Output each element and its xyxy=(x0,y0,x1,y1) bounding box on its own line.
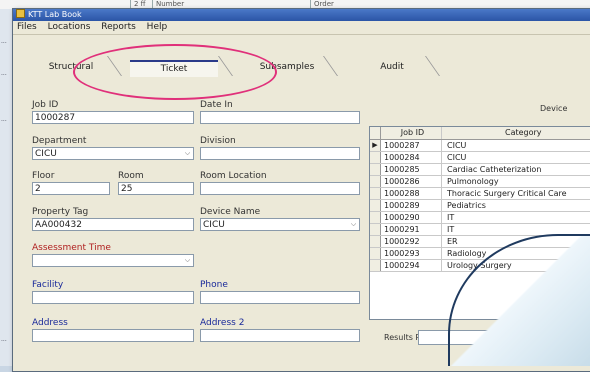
department-value: CICU xyxy=(35,149,57,159)
row-job-id: 1000291 xyxy=(382,224,442,235)
row-job-id: 1000286 xyxy=(382,176,442,187)
row-selector[interactable] xyxy=(370,200,381,211)
menu-reports[interactable]: Reports xyxy=(101,22,136,32)
date-in-field[interactable] xyxy=(200,111,360,124)
date-in-label: Date In xyxy=(200,100,233,110)
app-icon xyxy=(16,9,25,18)
row-selector[interactable] xyxy=(370,236,381,247)
row-selector[interactable] xyxy=(370,224,381,235)
property-tag-field[interactable]: AA000432 xyxy=(32,218,194,231)
phone-label: Phone xyxy=(200,280,228,290)
menu-bar: Files Locations Reports Help xyxy=(13,21,590,35)
row-job-id: 1000289 xyxy=(382,200,442,211)
row-job-id: 1000285 xyxy=(382,164,442,175)
address-2-label: Address 2 xyxy=(200,318,245,328)
row-category: Cardiac Catheterization xyxy=(447,165,542,174)
room-location-label: Room Location xyxy=(200,171,267,181)
row-job-id: 1000290 xyxy=(382,212,442,223)
room-location-field[interactable] xyxy=(200,182,360,195)
device-name-value: CICU xyxy=(203,220,225,230)
assessment-time-select[interactable]: ⌵ xyxy=(32,254,194,267)
row-selector[interactable] xyxy=(370,164,381,175)
row-category: Pulmonology xyxy=(447,177,499,186)
chevron-down-icon[interactable]: ⌵ xyxy=(348,219,359,230)
row-category: Thoracic Surgery Critical Care xyxy=(447,189,567,198)
table-row[interactable]: 1000286 Pulmonology xyxy=(370,176,590,188)
table-row[interactable]: 1000290 IT xyxy=(370,212,590,224)
row-selector[interactable] xyxy=(370,212,381,223)
row-job-id: 1000292 xyxy=(382,236,442,247)
facility-field[interactable] xyxy=(32,291,194,304)
row-selector[interactable] xyxy=(370,188,381,199)
department-label: Department xyxy=(32,136,87,146)
property-tag-label: Property Tag xyxy=(32,207,89,217)
chevron-down-icon[interactable]: ⌵ xyxy=(182,255,193,266)
job-id-label: Job ID xyxy=(32,100,59,110)
phone-field[interactable] xyxy=(200,291,360,304)
row-selector[interactable] xyxy=(370,152,381,163)
tab-divider xyxy=(424,56,459,76)
department-select[interactable]: CICU ⌵ xyxy=(32,147,194,160)
room-field[interactable]: 25 xyxy=(118,182,194,195)
address-2-field[interactable] xyxy=(200,329,360,342)
window-title: KTT Lab Book xyxy=(28,10,82,19)
row-job-id: 1000288 xyxy=(382,188,442,199)
table-row[interactable]: 1000284 CICU xyxy=(370,152,590,164)
row-job-id: 1000293 xyxy=(382,248,442,259)
table-row[interactable]: 1000285 Cardiac Catheterization xyxy=(370,164,590,176)
window-titlebar[interactable]: KTT Lab Book xyxy=(13,9,590,21)
floor-field[interactable]: 2 xyxy=(32,182,110,195)
division-label: Division xyxy=(200,136,236,146)
device-name-select[interactable]: CICU ⌵ xyxy=(200,218,360,231)
row-selector[interactable] xyxy=(370,248,381,259)
tab-divider xyxy=(322,56,357,76)
row-category: IT xyxy=(447,213,455,222)
grid-header: Job ID Category xyxy=(370,127,590,140)
row-category: CICU xyxy=(447,153,467,162)
grid-caption: Device xyxy=(540,104,568,113)
division-field[interactable] xyxy=(200,147,360,160)
row-job-id: 1000294 xyxy=(382,260,442,271)
job-id-field[interactable]: 1000287 xyxy=(32,111,194,124)
table-row[interactable]: 1000289 Pediatrics xyxy=(370,200,590,212)
row-job-id: 1000284 xyxy=(382,152,442,163)
current-row-arrow-icon[interactable]: ▶ xyxy=(370,140,381,151)
row-job-id: 1000287 xyxy=(382,140,442,151)
floor-label: Floor xyxy=(32,171,55,181)
grid-column-header[interactable]: Job ID xyxy=(382,127,442,139)
table-row[interactable]: ▶ 1000287 CICU xyxy=(370,140,590,152)
menu-help[interactable]: Help xyxy=(147,22,168,32)
row-category: CICU xyxy=(447,141,467,150)
grid-column-header[interactable]: Category xyxy=(445,127,590,139)
row-selector[interactable] xyxy=(370,260,381,271)
row-selector[interactable] xyxy=(370,176,381,187)
assessment-time-label: Assessment Time xyxy=(32,243,111,253)
address-label: Address xyxy=(32,318,68,328)
callout-highlight-ellipse xyxy=(73,44,277,100)
grid-corner xyxy=(370,127,381,139)
address-field[interactable] xyxy=(32,329,194,342)
room-label: Room xyxy=(118,171,144,181)
facility-label: Facility xyxy=(32,280,64,290)
chevron-down-icon[interactable]: ⌵ xyxy=(182,148,193,159)
device-name-label: Device Name xyxy=(200,207,261,217)
menu-files[interactable]: Files xyxy=(17,22,37,32)
row-category: Pediatrics xyxy=(447,201,486,210)
table-row[interactable]: 1000288 Thoracic Surgery Critical Care xyxy=(370,188,590,200)
menu-locations[interactable]: Locations xyxy=(48,22,91,32)
tab-audit[interactable]: Audit xyxy=(367,60,417,75)
